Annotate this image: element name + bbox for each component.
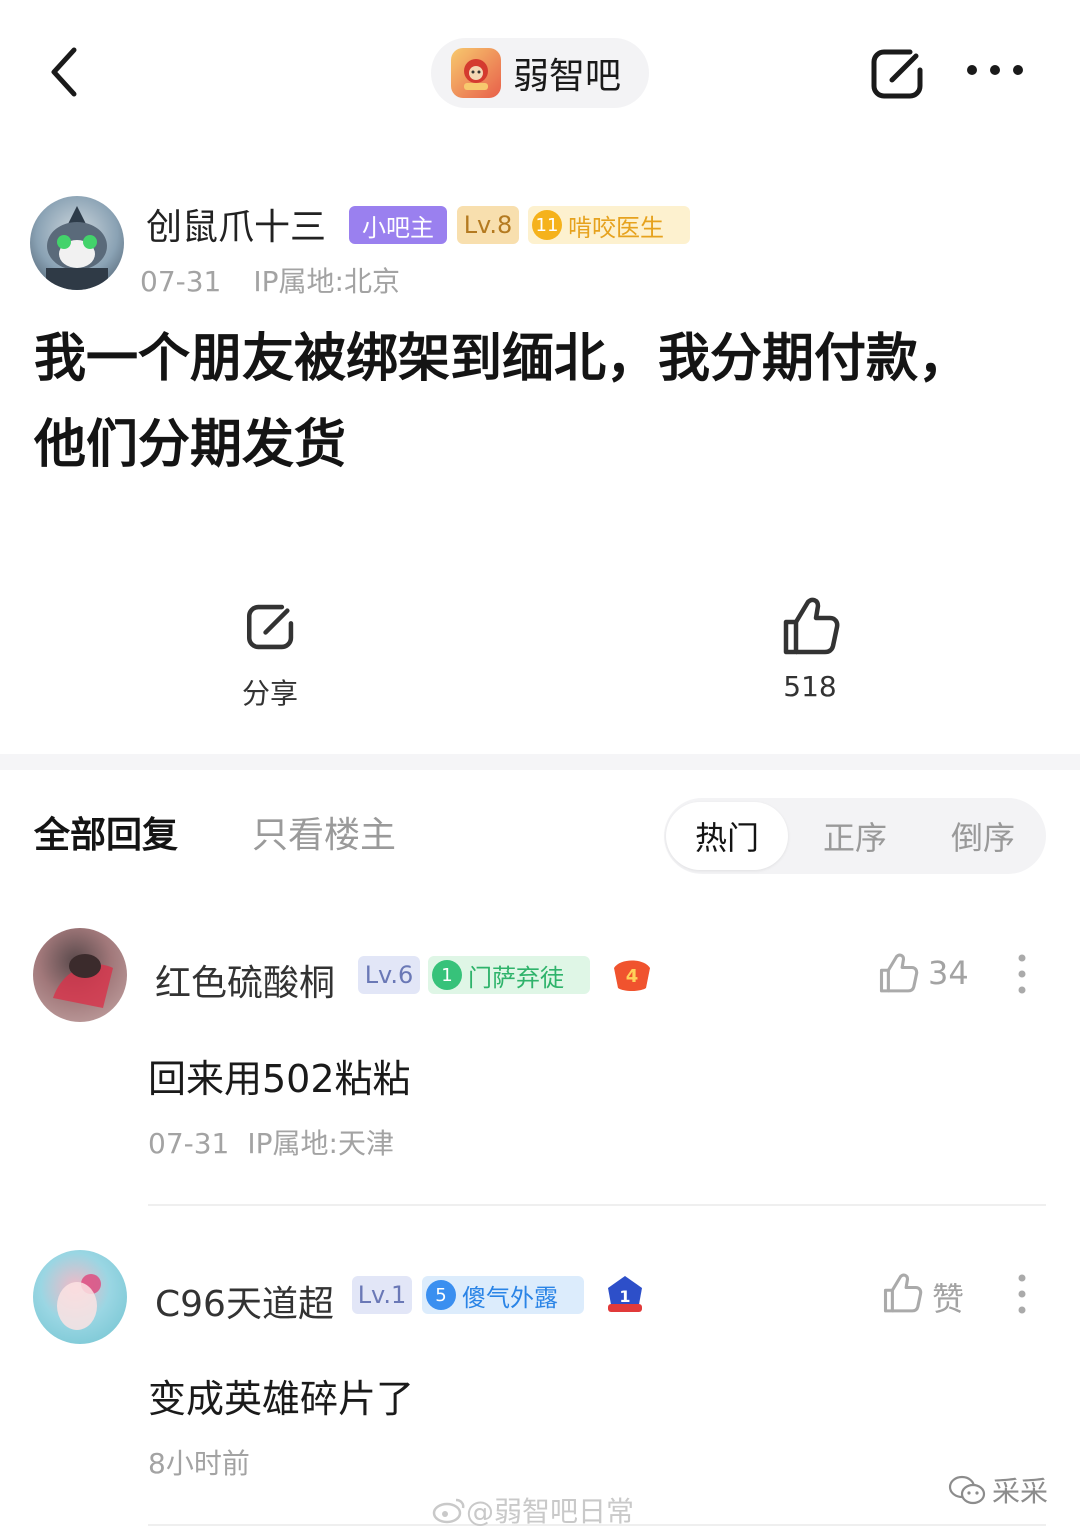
wechat-watermark: 采采	[948, 1470, 1048, 1510]
moderator-badge: 小吧主	[349, 206, 447, 244]
post-ip: IP属地:北京	[253, 265, 400, 298]
weibo-watermark-text: @弱智吧日常	[466, 1495, 635, 1528]
share-action-button[interactable]	[236, 598, 306, 660]
author-avatar[interactable]	[30, 196, 124, 290]
title-level-gem: 11	[532, 210, 562, 240]
title-badge: 5 傻气外露	[422, 1276, 584, 1314]
author-name[interactable]: 创鼠爪十三	[146, 198, 326, 250]
share-label[interactable]: 分享	[220, 672, 320, 712]
title-level-gem: 1	[432, 960, 462, 990]
share-icon	[246, 604, 294, 650]
wechat-watermark-text: 采采	[992, 1475, 1049, 1508]
section-divider	[0, 754, 1080, 770]
sort-descending-button[interactable]: 倒序	[922, 802, 1044, 870]
back-icon	[51, 47, 77, 97]
sort-hot-button[interactable]: 热门	[666, 802, 788, 870]
forum-avatar	[451, 48, 501, 98]
weibo-watermark: @弱智吧日常	[432, 1490, 634, 1530]
tab-owner-only[interactable]: 只看楼主	[252, 806, 396, 858]
comment-author-name[interactable]: C96天道超	[155, 1275, 334, 1327]
sort-toggle: 热门 正序 倒序	[664, 798, 1046, 874]
more-icon	[967, 65, 1023, 75]
thumbs-up-icon	[783, 597, 840, 655]
title-badge: 1 门萨弃徒	[428, 956, 590, 994]
like-count: 518	[783, 670, 837, 703]
forum-name: 弱智吧	[513, 56, 622, 97]
weibo-icon	[432, 1498, 465, 1524]
more-vertical-icon	[1018, 954, 1026, 994]
title-level-gem: 5	[426, 1280, 456, 1310]
share-icon	[871, 49, 923, 99]
comment-like-button[interactable]	[880, 1270, 924, 1316]
comment-more-button[interactable]	[1017, 1272, 1027, 1316]
comment-divider	[148, 1204, 1046, 1206]
svg-text:1: 1	[619, 1287, 630, 1306]
title-badge-label: 啃咬医生	[568, 213, 664, 242]
comment-ip: IP属地:天津	[247, 1127, 394, 1160]
comment-author-name[interactable]: 红色硫酸桐	[155, 954, 335, 1006]
sort-ascending-button[interactable]: 正序	[794, 802, 916, 870]
tab-all-replies[interactable]: 全部回复	[34, 806, 178, 858]
title-badge-label: 傻气外露	[462, 1283, 558, 1312]
comment-text: 回来用502粘粘	[148, 1057, 411, 1101]
comment-like-count: 34	[928, 954, 969, 992]
level-badge: Lv.6	[358, 956, 420, 994]
post-title: 我一个朋友被绑架到缅北，我分期付款，他们分期发货	[34, 329, 971, 475]
more-button[interactable]	[960, 55, 1030, 85]
thumbs-up-icon	[879, 953, 919, 993]
avatar[interactable]	[33, 928, 127, 1022]
medal-icon: 4	[610, 954, 654, 994]
title-badge-label: 门萨弃徒	[468, 963, 564, 992]
comment-meta: 07-31 IP属地:天津	[148, 1122, 412, 1162]
avatar[interactable]	[33, 1250, 127, 1344]
post-date: 07-31	[140, 265, 222, 298]
author-meta: 07-31 IP属地:北京	[140, 260, 432, 300]
level-badge: Lv.8	[457, 206, 519, 244]
comment-date: 8小时前	[148, 1447, 250, 1480]
medal-icon: 1	[604, 1274, 646, 1318]
comment-more-button[interactable]	[1017, 952, 1027, 996]
comment-date: 07-31	[148, 1127, 230, 1160]
forum-header[interactable]: 弱智吧	[431, 38, 649, 108]
comment-like-button[interactable]	[876, 950, 920, 996]
thumbs-up-icon	[883, 1273, 923, 1313]
level-badge: Lv.1	[352, 1276, 412, 1314]
comment-text: 变成英雄碎片了	[148, 1377, 415, 1421]
title-badge: 11 啃咬医生	[528, 206, 690, 244]
like-action-button[interactable]	[778, 594, 842, 662]
svg-text:4: 4	[626, 966, 639, 987]
back-button[interactable]	[44, 40, 88, 104]
more-vertical-icon	[1018, 1274, 1026, 1314]
wechat-icon	[948, 1475, 986, 1505]
share-button[interactable]	[866, 42, 930, 106]
comment-like-label: 赞	[932, 1280, 965, 1318]
